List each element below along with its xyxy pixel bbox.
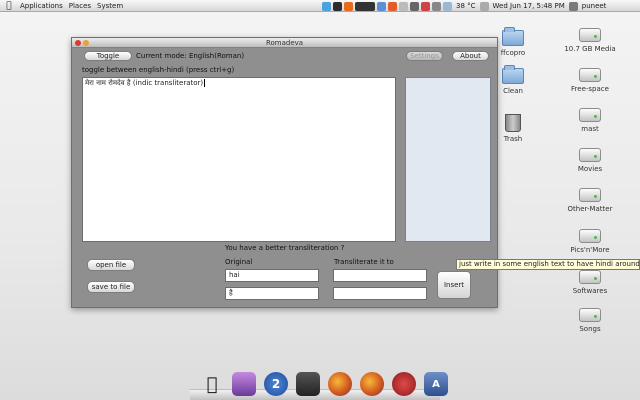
transliterate-label: Transliterate it to xyxy=(334,258,394,266)
app-icon[interactable] xyxy=(333,1,342,11)
suggestion-panel[interactable] xyxy=(405,77,491,242)
original-hindi-input[interactable]: है xyxy=(225,287,319,300)
title-bar[interactable]: Romadeva xyxy=(72,38,497,48)
firefox-icon[interactable] xyxy=(328,372,352,396)
firefox-alt-icon[interactable] xyxy=(360,372,384,396)
current-mode-label: Current mode: English(Roman) xyxy=(136,52,245,60)
drive-icon xyxy=(579,68,601,82)
original-label: Original xyxy=(225,258,253,266)
chrome-icon[interactable] xyxy=(322,1,331,11)
opera-icon[interactable] xyxy=(392,372,416,396)
save-file-button[interactable]: save to file xyxy=(87,281,135,293)
settings-button[interactable]: Settings xyxy=(406,51,443,61)
pidgin-icon[interactable]: 2 xyxy=(264,372,288,396)
user-icon xyxy=(568,1,578,11)
desktop-icon-songs[interactable]: Songs xyxy=(558,308,622,333)
drive-icon xyxy=(579,229,601,243)
temperature-readout[interactable]: 38 °C xyxy=(454,1,478,11)
trash-icon xyxy=(505,114,521,132)
open-file-button[interactable]: open file xyxy=(87,259,135,271)
toggle-hint: toggle between english-hindi (press ctrl… xyxy=(82,66,235,74)
dock:  2 A xyxy=(200,368,448,396)
keyboard-icon[interactable] xyxy=(399,1,408,11)
text-cursor xyxy=(204,79,206,87)
apple-icon[interactable]:  xyxy=(200,372,224,396)
transliterate-input[interactable] xyxy=(333,269,427,282)
drive-icon xyxy=(579,270,601,284)
better-transliteration-prompt: You have a better transliteration ? xyxy=(225,244,345,252)
apple-logo-icon[interactable]:  xyxy=(4,1,14,11)
desktop-icon-softwares[interactable]: Softwares xyxy=(558,270,622,295)
network-icon[interactable] xyxy=(377,1,386,11)
drive-icon xyxy=(579,308,601,322)
user-name[interactable]: puneet xyxy=(580,1,609,11)
about-button[interactable]: About xyxy=(452,51,489,61)
desktop-icon-mast[interactable]: mast xyxy=(558,108,622,133)
desktop-icon-pics[interactable]: Pics'n'More xyxy=(558,229,622,254)
insert-button[interactable]: Insert xyxy=(437,271,471,299)
desktop-icon-media[interactable]: 10.7 GB Media xyxy=(558,28,622,53)
clock-icon xyxy=(479,1,489,11)
drive-icon xyxy=(579,108,601,122)
drive-icon xyxy=(579,28,601,42)
monitor-icon[interactable] xyxy=(355,1,375,11)
tooltip: just write in some english text to have … xyxy=(456,259,640,270)
desktop-icon-movies[interactable]: Movies xyxy=(558,148,622,173)
blogger-icon[interactable] xyxy=(388,1,397,11)
clock[interactable]: Wed Jun 17, 5:48 PM xyxy=(491,1,567,11)
drive-icon xyxy=(579,148,601,162)
folder-icon xyxy=(502,65,524,84)
menu-system[interactable]: System xyxy=(94,0,126,12)
desktop-icon-other-matter[interactable]: Other-Matter xyxy=(558,188,622,213)
firefox-icon[interactable] xyxy=(344,1,353,11)
transliterate-input-2[interactable] xyxy=(333,287,427,300)
weather-icon xyxy=(443,1,452,11)
editor-textarea[interactable]: मेरा नाम रोमदेव है (indic transliterator… xyxy=(82,77,396,242)
system-tray: 38 °C Wed Jun 17, 5:48 PM puneet xyxy=(322,1,608,11)
folder-icon xyxy=(502,27,524,46)
window-title: Romadeva xyxy=(265,39,304,47)
drive-icon xyxy=(579,188,601,202)
terminal-icon[interactable] xyxy=(296,372,320,396)
photo-icon[interactable] xyxy=(232,372,256,396)
menu-places[interactable]: Places xyxy=(66,0,94,12)
toggle-button[interactable]: Toggle xyxy=(84,51,132,61)
top-panel:  Applications Places System 38 °C Wed J… xyxy=(0,0,640,12)
editor-text: मेरा नाम रोमदेव है (indic transliterator… xyxy=(85,79,204,87)
romadeva-window: Romadeva Toggle Current mode: English(Ro… xyxy=(71,37,498,308)
original-input[interactable]: hai xyxy=(225,269,319,282)
clipboard-icon[interactable] xyxy=(410,1,419,11)
language-icon[interactable]: A xyxy=(424,372,448,396)
menu-applications[interactable]: Applications xyxy=(17,0,66,12)
desktop-icon-free-space[interactable]: Free-space xyxy=(558,68,622,93)
volume-icon[interactable] xyxy=(432,1,441,11)
power-icon[interactable] xyxy=(421,1,430,11)
